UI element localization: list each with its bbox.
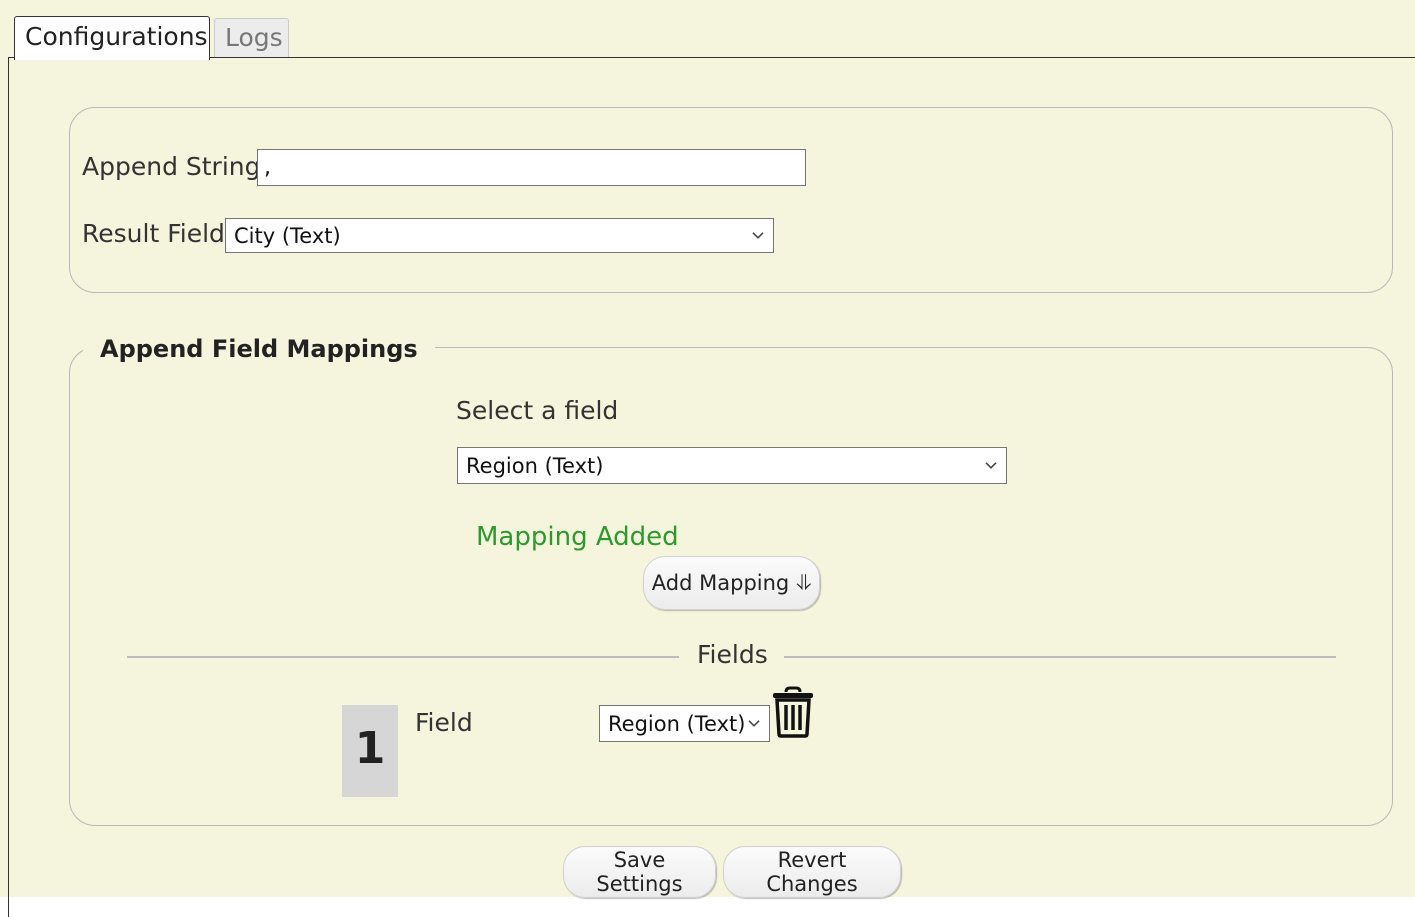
tab-panel — [8, 57, 1415, 917]
tab-configurations[interactable]: Configurations — [14, 16, 210, 60]
tab-logs[interactable]: Logs — [214, 18, 289, 58]
